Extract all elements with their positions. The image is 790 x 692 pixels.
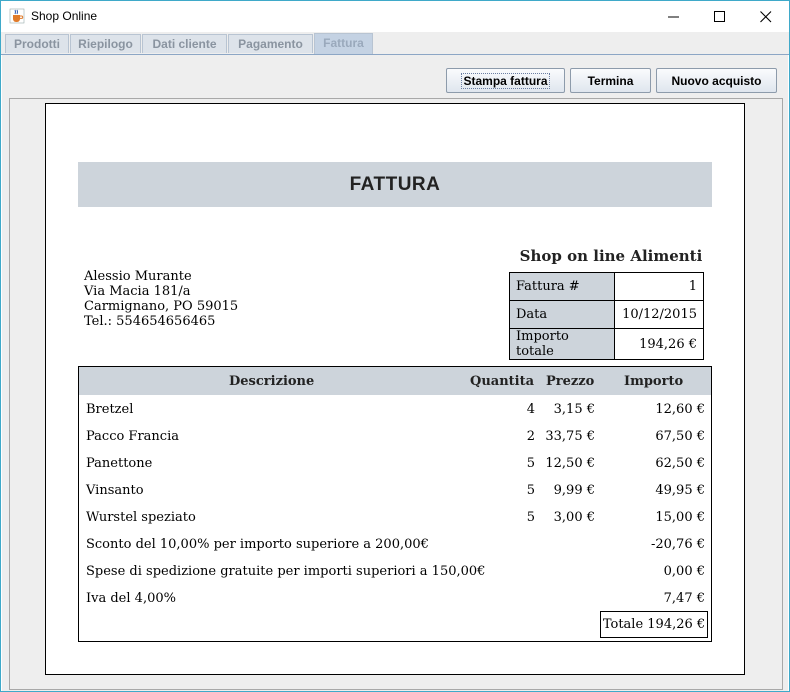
minimize-button[interactable] xyxy=(651,1,697,32)
new-purchase-label: Nuovo acquisto xyxy=(671,73,762,88)
discount-row: Sconto del 10,00% per importo superiore … xyxy=(79,532,711,559)
item-price: 3,15 € xyxy=(553,402,595,417)
adjustment-description: Spese di spedizione gratuite per importi… xyxy=(86,564,486,579)
info-value: 194,26 € xyxy=(614,328,704,360)
item-quantity: 5 xyxy=(526,483,535,498)
invoice-info-table: Fattura # 1 Data 10/12/2015 Importo tota… xyxy=(509,272,704,360)
table-row: Vinsanto 5 9,99 € 49,95 € xyxy=(79,478,711,505)
customer-street: Via Macia 181/a xyxy=(84,284,191,299)
item-description: Vinsanto xyxy=(86,483,144,498)
new-purchase-button[interactable]: Nuovo acquisto xyxy=(656,68,777,93)
customer-phone: Tel.: 554654656465 xyxy=(84,314,216,329)
item-description: Pacco Francia xyxy=(86,429,179,444)
maximize-icon xyxy=(714,11,725,22)
print-invoice-label: Stampa fattura xyxy=(461,72,550,89)
item-price: 3,00 € xyxy=(553,510,595,525)
item-amount: 67,50 € xyxy=(655,429,705,444)
customer-address: Alessio Murante Via Macia 181/a Carmigna… xyxy=(84,269,238,329)
item-price: 9,99 € xyxy=(553,483,595,498)
tab-riepilogo[interactable]: Riepilogo xyxy=(70,34,141,53)
tab-prodotti[interactable]: Prodotti xyxy=(5,34,69,53)
item-quantity: 5 xyxy=(526,510,535,525)
item-quantity: 4 xyxy=(526,402,535,417)
invoice-document: FATTURA Shop on line Alimenti Alessio Mu… xyxy=(45,103,745,675)
close-icon xyxy=(760,11,772,23)
column-description: Descrizione xyxy=(229,374,315,389)
tab-fattura[interactable]: Fattura xyxy=(314,33,373,54)
info-label: Fattura # xyxy=(509,272,615,301)
shipping-row: Spese di spedizione gratuite per importi… xyxy=(79,559,711,586)
shop-name: Shop on line Alimenti xyxy=(519,247,703,265)
customer-name: Alessio Murante xyxy=(84,269,192,284)
vat-row: Iva del 4,00% 7,47 € xyxy=(79,586,711,613)
item-description: Panettone xyxy=(86,456,153,471)
adjustment-amount: -20,76 € xyxy=(650,537,705,552)
minimize-icon xyxy=(668,16,679,18)
column-amount: Importo xyxy=(624,374,684,389)
invoice-items-table: Descrizione Quantita Prezzo Importo Bret… xyxy=(78,366,712,642)
item-amount: 49,95 € xyxy=(655,483,705,498)
table-row: Pacco Francia 2 33,75 € 67,50 € xyxy=(79,424,711,451)
item-amount: 15,00 € xyxy=(655,510,705,525)
invoice-total: Totale 194,26 € xyxy=(600,611,708,638)
item-price: 33,75 € xyxy=(545,429,595,444)
finish-label: Termina xyxy=(587,73,634,88)
close-button[interactable] xyxy=(743,1,789,32)
column-price: Prezzo xyxy=(546,374,595,389)
table-row: Wurstel speziato 5 3,00 € 15,00 € xyxy=(79,505,711,532)
item-description: Bretzel xyxy=(86,402,134,417)
maximize-button[interactable] xyxy=(697,1,743,32)
invoice-heading: FATTURA xyxy=(78,162,712,207)
item-quantity: 2 xyxy=(526,429,535,444)
item-quantity: 5 xyxy=(526,456,535,471)
adjustment-amount: 7,47 € xyxy=(663,591,705,606)
info-label: Importo totale xyxy=(509,328,615,360)
tab-strip: Prodotti Riepilogo Dati cliente Pagament… xyxy=(1,32,789,55)
column-quantity: Quantita xyxy=(470,374,535,389)
print-invoice-button[interactable]: Stampa fattura xyxy=(446,68,565,93)
title-bar[interactable]: Shop Online xyxy=(1,1,789,32)
invoice-panel: Stampa fattura Termina Nuovo acquisto FA… xyxy=(2,55,788,691)
shop-online-window: Shop Online Prodotti Riepilogo Dati clie… xyxy=(0,0,790,692)
tab-dati-cliente[interactable]: Dati cliente xyxy=(142,34,227,53)
info-row-date: Data 10/12/2015 xyxy=(509,300,704,329)
info-value: 10/12/2015 xyxy=(614,300,704,329)
table-row: Bretzel 4 3,15 € 12,60 € xyxy=(79,397,711,424)
tab-pagamento[interactable]: Pagamento xyxy=(228,34,313,53)
customer-city: Carmignano, PO 59015 xyxy=(84,299,239,314)
item-amount: 12,60 € xyxy=(655,402,705,417)
info-row-invoice-number: Fattura # 1 xyxy=(509,272,704,301)
info-label: Data xyxy=(509,300,615,329)
info-value: 1 xyxy=(614,272,704,301)
finish-button[interactable]: Termina xyxy=(570,68,651,93)
items-header: Descrizione Quantita Prezzo Importo xyxy=(79,367,711,395)
item-price: 12,50 € xyxy=(545,456,595,471)
item-amount: 62,50 € xyxy=(655,456,705,471)
invoice-scroll-pane[interactable]: FATTURA Shop on line Alimenti Alessio Mu… xyxy=(9,98,783,690)
table-row: Panettone 5 12,50 € 62,50 € xyxy=(79,451,711,478)
window-title: Shop Online xyxy=(31,9,98,23)
java-cup-icon xyxy=(9,8,25,24)
adjustment-amount: 0,00 € xyxy=(663,564,705,579)
adjustment-description: Sconto del 10,00% per importo superiore … xyxy=(86,537,429,552)
info-row-total-amount: Importo totale 194,26 € xyxy=(509,328,704,360)
item-description: Wurstel speziato xyxy=(86,510,196,525)
adjustment-description: Iva del 4,00% xyxy=(86,591,176,606)
